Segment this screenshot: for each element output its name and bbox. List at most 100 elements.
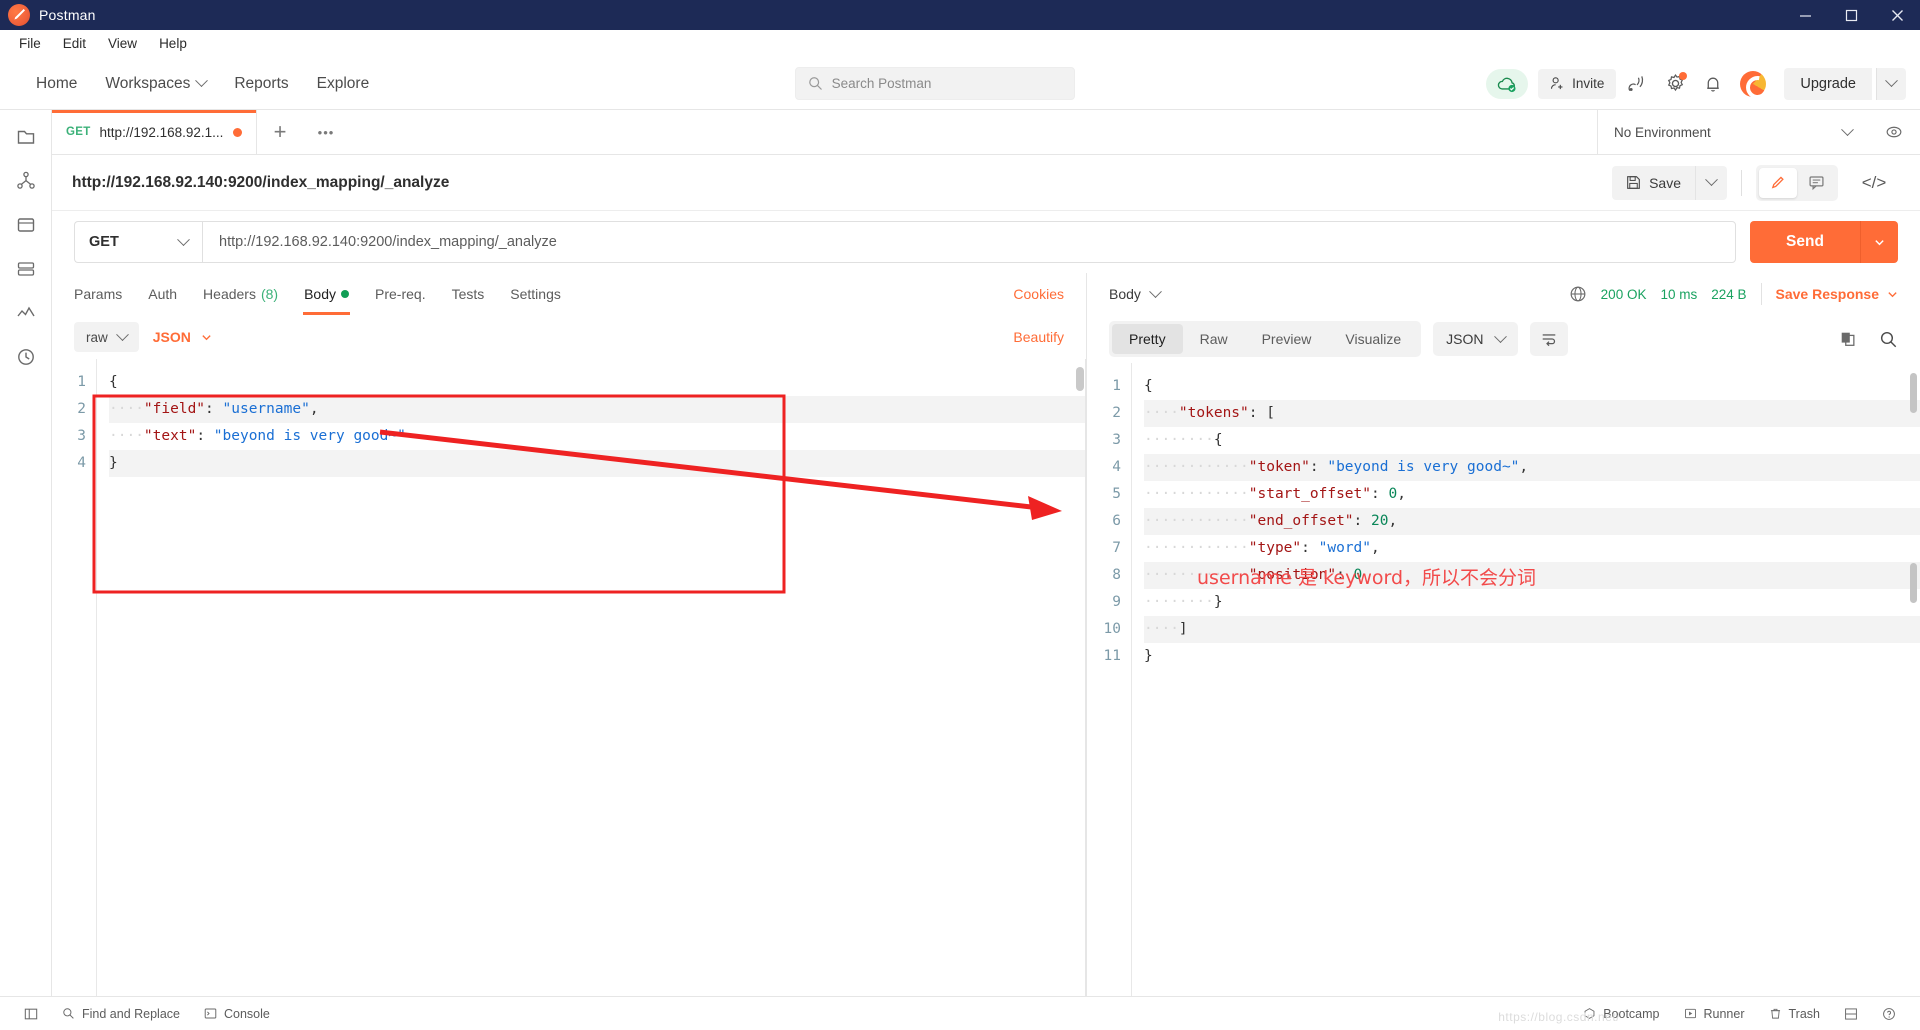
word-wrap-icon[interactable] <box>1529 322 1568 356</box>
response-body-select[interactable]: Body <box>1109 284 1162 302</box>
layout-icon[interactable] <box>1832 1007 1870 1021</box>
code-line[interactable]: ····"tokens": [ <box>1144 400 1920 427</box>
code-token: "tokens" <box>1178 405 1249 421</box>
nav-item-workspaces[interactable]: Workspaces <box>91 69 220 99</box>
history-icon[interactable] <box>13 344 39 370</box>
mock-servers-icon[interactable] <box>13 256 39 282</box>
upgrade-button[interactable]: Upgrade <box>1784 67 1872 100</box>
code-line[interactable]: ········} <box>1144 589 1920 616</box>
close-button[interactable] <box>1874 0 1920 30</box>
request-body-editor[interactable]: 1234 {····"field": "username", ····"text"… <box>52 359 1086 996</box>
response-language-select[interactable]: JSON <box>1433 322 1518 356</box>
code-line[interactable]: ····"field": "username", <box>109 396 1086 423</box>
minimize-button[interactable] <box>1782 0 1828 30</box>
response-scrollbar-top[interactable] <box>1910 373 1917 413</box>
cloud-sync-ok-icon[interactable] <box>1486 68 1529 99</box>
globe-icon[interactable] <box>1569 285 1587 303</box>
nav-item-reports[interactable]: Reports <box>220 69 302 99</box>
menu-item-help[interactable]: Help <box>148 33 198 54</box>
upgrade-caret-button[interactable] <box>1876 67 1906 100</box>
collections-icon[interactable] <box>13 124 39 150</box>
nav-item-home[interactable]: Home <box>22 69 91 99</box>
cookies-link[interactable]: Cookies <box>1013 286 1064 302</box>
code-line[interactable]: ············"token": "beyond is very goo… <box>1144 454 1920 481</box>
user-avatar-icon[interactable] <box>1740 70 1767 97</box>
code-line[interactable]: ············"type": "word", <box>1144 535 1920 562</box>
code-line[interactable]: } <box>109 450 1086 477</box>
tab-body[interactable]: Body <box>291 273 362 315</box>
find-and-replace-label: Find and Replace <box>82 1006 180 1021</box>
code-token: : <box>196 428 214 444</box>
environments-icon[interactable] <box>13 212 39 238</box>
response-tab-visualize[interactable]: Visualize <box>1328 324 1418 354</box>
tab-headers[interactable]: Headers (8) <box>190 273 291 315</box>
tab-tests[interactable]: Tests <box>439 273 498 315</box>
code-line[interactable]: ············"start_offset": 0, <box>1144 481 1920 508</box>
save-options-button[interactable] <box>1695 165 1727 200</box>
response-tab-pretty[interactable]: Pretty <box>1112 324 1183 354</box>
search-input[interactable]: Search Postman <box>794 67 1075 100</box>
code-line[interactable]: } <box>1144 643 1920 670</box>
copy-icon[interactable] <box>1839 330 1857 348</box>
tab-options-button[interactable]: ••• <box>303 110 349 154</box>
save-response-button[interactable]: Save Response <box>1776 286 1899 302</box>
invite-button[interactable]: Invite <box>1538 68 1617 99</box>
menu-item-view[interactable]: View <box>97 33 148 54</box>
response-tab-preview[interactable]: Preview <box>1245 324 1329 354</box>
request-editor-code[interactable]: {····"field": "username", ····"text": "be… <box>96 359 1086 996</box>
code-token: { <box>1144 378 1153 394</box>
request-tab[interactable]: GET http://192.168.92.1... <box>52 110 257 154</box>
response-header-row: Body 200 OK 10 ms 224 B Save Response <box>1087 273 1920 315</box>
code-line[interactable]: ····"text": "beyond is very good~" <box>109 423 1086 450</box>
comments-button[interactable] <box>1797 168 1835 198</box>
satellite-antenna-icon[interactable] <box>1620 67 1654 101</box>
response-body-viewer[interactable]: 1 2 3 4 5 6 7 8 9 10 11 {····"tokens": [········{·… <box>1087 363 1920 996</box>
environment-quick-look-button[interactable] <box>1868 110 1920 154</box>
beautify-button[interactable]: Beautify <box>1013 329 1064 345</box>
monitors-icon[interactable] <box>13 300 39 326</box>
response-scrollbar-thumb[interactable] <box>1910 563 1917 603</box>
code-line[interactable]: ····] <box>1144 616 1920 643</box>
request-editor-scrollbar[interactable] <box>1076 367 1084 391</box>
new-tab-button[interactable]: + <box>257 110 303 154</box>
menu-item-edit[interactable]: Edit <box>52 33 97 54</box>
console-button[interactable]: Console <box>192 1007 282 1021</box>
code-token: , <box>309 401 319 417</box>
apis-icon[interactable] <box>13 168 39 194</box>
body-mode-select[interactable]: raw <box>74 322 139 352</box>
tab-pre-request[interactable]: Pre-req. <box>362 273 439 315</box>
response-editor-code[interactable]: { ····"tokens": [········{············"to… <box>1131 363 1920 996</box>
response-tab-raw[interactable]: Raw <box>1183 324 1245 354</box>
line-number: 10 <box>1103 621 1121 637</box>
tab-params[interactable]: Params <box>74 273 135 315</box>
search-icon[interactable] <box>1879 330 1898 349</box>
bell-icon[interactable] <box>1696 67 1730 101</box>
code-brackets-icon[interactable]: </> <box>1848 173 1900 193</box>
tab-auth[interactable]: Auth <box>135 273 190 315</box>
left-rail-sidebar <box>0 110 52 996</box>
maximize-button[interactable] <box>1828 0 1874 30</box>
send-options-button[interactable] <box>1860 221 1898 263</box>
code-line[interactable]: { <box>1144 373 1920 400</box>
url-input[interactable]: http://192.168.92.140:9200/index_mapping… <box>202 221 1736 263</box>
menu-item-file[interactable]: File <box>8 33 52 54</box>
save-button[interactable]: Save <box>1612 165 1695 200</box>
send-button[interactable]: Send <box>1750 221 1860 263</box>
postman-logo-icon <box>8 4 30 26</box>
sidebar-toggle-icon[interactable] <box>12 1007 50 1021</box>
http-method-select[interactable]: GET <box>74 221 202 263</box>
trash-button[interactable]: Trash <box>1757 1007 1833 1021</box>
gear-icon[interactable] <box>1658 67 1692 101</box>
find-and-replace-button[interactable]: Find and Replace <box>50 1007 192 1021</box>
runner-button[interactable]: Runner <box>1672 1007 1757 1021</box>
tab-settings[interactable]: Settings <box>497 273 574 315</box>
nav-item-explore[interactable]: Explore <box>303 69 384 99</box>
code-line[interactable]: ········{ <box>1144 427 1920 454</box>
code-line[interactable]: ············"end_offset": 20, <box>1144 508 1920 535</box>
edit-request-button[interactable] <box>1759 167 1797 198</box>
body-format-select[interactable]: JSON <box>153 329 212 345</box>
request-section-tabs: Params Auth Headers (8) Body Pre-req. Te… <box>52 273 1086 315</box>
environment-selector[interactable]: No Environment <box>1598 110 1868 154</box>
help-icon[interactable] <box>1870 1007 1908 1021</box>
code-line[interactable]: { <box>109 369 1086 396</box>
